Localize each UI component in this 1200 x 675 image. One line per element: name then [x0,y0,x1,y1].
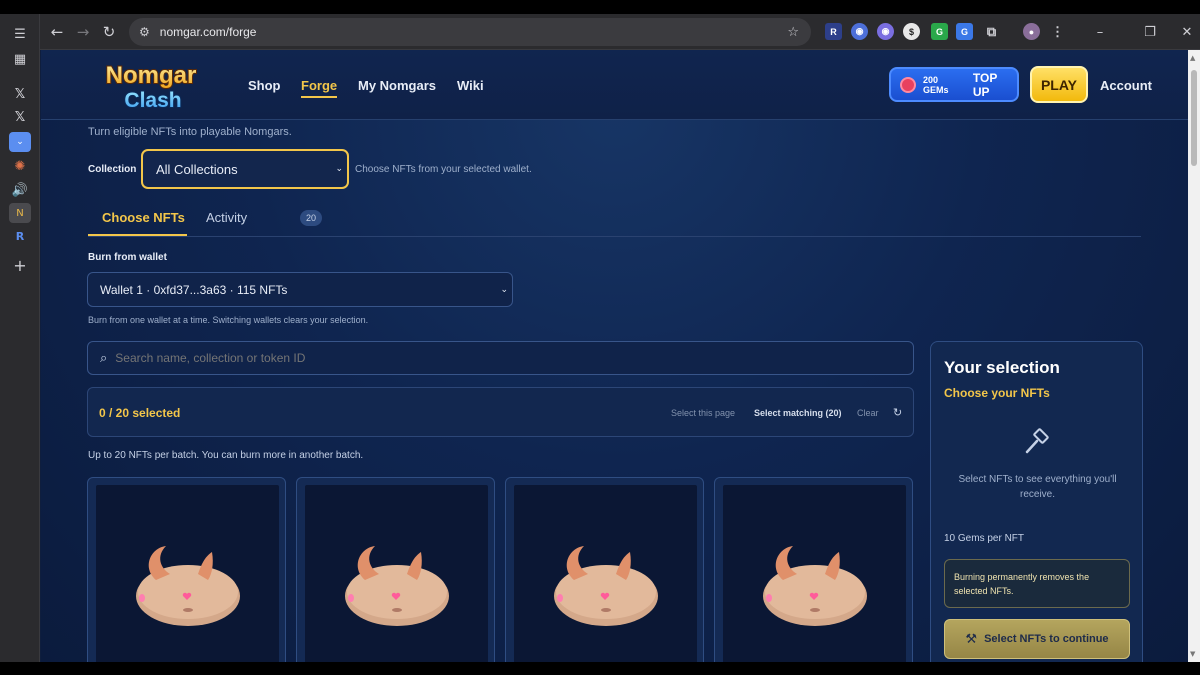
address-bar[interactable]: ⚙ nomgar.com/forge ☆ [129,18,811,46]
tab-list-icon[interactable]: ☰ [9,24,31,44]
restore-icon[interactable]: ❐ [1140,22,1160,42]
page-scrollbar[interactable]: ▲ ▼ [1188,50,1200,662]
reload-icon[interactable]: ↻ [99,22,119,42]
url-text: nomgar.com/forge [159,25,257,39]
continue-button-label: Select NFTs to continue [984,633,1109,645]
search-icon: ⌕ [100,350,108,366]
back-icon[interactable]: ← [47,22,67,42]
active-tab-indicator [88,234,187,236]
tab-activity[interactable]: Activity [206,210,247,225]
plus-icon[interactable]: + [9,255,31,275]
burn-wallet-label: Burn from wallet [88,252,167,263]
scroll-down-icon[interactable]: ▼ [1190,650,1195,658]
play-button[interactable]: PLAY [1030,66,1088,103]
site-info-icon[interactable]: ⚙ [139,25,150,39]
blue-square-icon[interactable]: R [9,226,31,246]
nft-image [723,485,906,662]
selection-bar: 0 / 20 selected Select this page Select … [87,387,914,437]
avatar[interactable]: ● [1023,23,1040,40]
nav-my-nomgars[interactable]: My Nomgars [358,78,436,93]
wallet-value: Wallet 1 · 0xfd37...3a63 · 115 NFTs [100,282,288,297]
collection-hint: Choose NFTs from your selected wallet. [355,164,532,175]
apps-grid-icon[interactable]: ▦ [9,49,31,69]
panel-title: Your selection [944,358,1060,377]
star-icon[interactable]: ☆ [787,25,799,40]
top-up-gems-button[interactable]: 200 GEMs TOP UP [889,67,1019,102]
hammer-icon: ⚒ [965,631,978,647]
browser-window: ☰ ▦ 𝕏 𝕏 ⌄ ✺ 🔊 N R + ← → ↻ ⚙ nomgar.com/f… [0,14,1200,662]
nomgar-creature-image [763,546,867,626]
nomgar-creature-image [136,546,240,626]
activity-count-badge: 20 [300,210,322,226]
nomgar-creature-image [345,546,449,626]
extension-icon[interactable]: G [931,23,948,40]
minimize-icon[interactable]: – [1090,22,1110,42]
extension-icon[interactable]: R [825,23,842,40]
nomgar-clash-logo[interactable]: Nomgar Clash [83,56,219,114]
nft-image [305,485,488,662]
batch-limit-note: Up to 20 NFTs per batch. You can burn mo… [88,450,364,461]
forward-icon[interactable]: → [73,22,93,42]
nft-image [96,485,279,662]
burn-warning: Burning permanently removes the selected… [944,559,1130,608]
selection-panel: Your selection Choose your NFTs Select N… [930,341,1143,662]
page-content: Nomgar Clash Shop Forge My Nomgars Wiki … [41,50,1188,662]
select-page-button[interactable]: Select this page [671,408,735,418]
browser-toolbar: ← → ↻ ⚙ nomgar.com/forge ☆ R ◉ ◉ $ G G ⧉… [40,14,1200,50]
nft-image [514,485,697,662]
nft-card[interactable] [87,477,286,662]
top-up-label: TOP UP [972,70,998,99]
wallet-hint: Burn from one wallet at a time. Switchin… [88,315,369,325]
x-icon[interactable]: 𝕏 [9,107,31,127]
collection-value: All Collections [156,161,238,177]
account-link[interactable]: Account [1100,78,1152,93]
selected-count: 0 / 20 selected [99,406,181,420]
gem-icon [900,76,916,93]
speaker-icon[interactable]: 🔊 [9,180,31,200]
panel-subtitle: Choose your NFTs [944,386,1050,400]
clear-button[interactable]: Clear [857,408,879,418]
chevron-down-icon: ⌄ [335,164,343,174]
kebab-menu-icon[interactable]: ⋮ [1049,23,1066,40]
extension-icon[interactable]: ◉ [877,23,894,40]
continue-button[interactable]: ⚒ Select NFTs to continue [944,619,1130,659]
search-bar[interactable]: ⌕ [87,341,914,375]
collection-select[interactable]: All Collections ⌄ [141,149,349,189]
gems-count: 200 GEMs [922,74,949,95]
puzzle-icon[interactable]: ⧉ [983,23,1000,40]
hammer-icon [1025,428,1049,454]
select-matching-button[interactable]: Select matching (20) [754,408,842,418]
nomgar-creature-image [554,546,658,626]
wallet-select[interactable]: Wallet 1 · 0xfd37...3a63 · 115 NFTs ⌄ [87,272,513,307]
nft-card[interactable] [714,477,913,662]
x-icon[interactable]: 𝕏 [9,84,31,104]
nav-wiki[interactable]: Wiki [457,78,484,93]
translate-icon[interactable]: G [956,23,973,40]
extension-icon[interactable]: ◉ [851,23,868,40]
collection-label: Collection [88,164,137,175]
tab-choose-nfts[interactable]: Choose NFTs [102,210,185,225]
nav-shop[interactable]: Shop [248,78,281,93]
logo-top-text: Nomgar [106,62,197,89]
chevron-down-icon: ⌄ [500,284,508,295]
extension-icon[interactable]: $ [903,23,920,40]
sparkle-icon[interactable]: ✺ [9,156,31,176]
scroll-up-icon[interactable]: ▲ [1190,54,1195,62]
nomgar-icon[interactable]: N [9,203,31,223]
search-input[interactable] [115,351,913,365]
gems-per-nft: 10 Gems per NFT [944,533,1025,544]
refresh-icon[interactable]: ↻ [893,406,902,419]
scrollbar-thumb[interactable] [1191,70,1197,166]
forge-subtitle: Turn eligible NFTs into playable Nomgars… [88,126,292,138]
site-header: Nomgar Clash Shop Forge My Nomgars Wiki … [41,50,1188,120]
forge-tabs: Choose NFTs Activity 20 [88,200,1141,237]
nav-forge[interactable]: Forge [301,78,338,98]
panel-empty-message: Select NFTs to see everything you'll rec… [958,474,1117,500]
nft-card[interactable] [505,477,704,662]
browser-side-rail: ☰ ▦ 𝕏 𝕏 ⌄ ✺ 🔊 N R + [0,14,40,662]
nft-card[interactable] [296,477,495,662]
logo-bottom-text: Clash [124,89,181,112]
close-icon[interactable]: ✕ [1177,22,1197,42]
chevron-down-icon[interactable]: ⌄ [9,132,31,152]
